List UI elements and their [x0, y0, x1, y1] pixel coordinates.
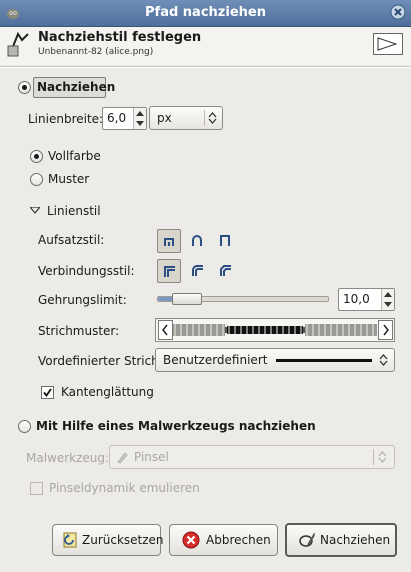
miter-limit-stepper[interactable]: [381, 289, 394, 310]
dash-preset-select[interactable]: Benutzerdefiniert: [155, 348, 395, 372]
reset-label: Zurücksetzen: [82, 533, 164, 547]
stroke-line-radio[interactable]: [18, 81, 31, 94]
dash-pattern-preview[interactable]: [173, 324, 377, 336]
dash-pattern-editor[interactable]: [155, 318, 395, 342]
close-icon[interactable]: [390, 4, 406, 20]
dash-pattern-label: Strichmuster:: [38, 324, 120, 338]
miter-limit-value: 10,0: [343, 292, 370, 306]
join-miter-icon: [164, 266, 175, 277]
cap-butt-icon: [164, 238, 174, 246]
cancel-button[interactable]: Abbrechen: [169, 524, 278, 556]
stroke-with-paint-tool-label[interactable]: Mit Hilfe eines Malwerkzeugs nachziehen: [36, 419, 316, 433]
cap-style-label: Aufsatzstil:: [38, 233, 105, 247]
updown-arrows-icon: [208, 112, 217, 124]
reset-icon: [63, 532, 77, 548]
join-bevel-icon: [220, 265, 231, 276]
reset-button[interactable]: Zurücksetzen: [52, 524, 164, 556]
path-stroke-icon: [7, 31, 29, 57]
dash-preset-label: Vordefinierter Strich:: [38, 354, 163, 368]
unit-value: px: [157, 111, 172, 125]
stepper-down-icon[interactable]: [384, 302, 392, 307]
cancel-label: Abbrechen: [206, 533, 271, 547]
header-separator: [0, 66, 411, 68]
arrow-right-icon: [383, 324, 389, 336]
paintbrush-icon: [117, 452, 128, 464]
stroke-line-label[interactable]: Nachziehen: [37, 80, 115, 94]
line-width-spinbox[interactable]: 6,0: [102, 107, 147, 130]
updown-arrows-icon: [379, 354, 388, 366]
unit-select[interactable]: px: [149, 106, 223, 130]
expander-down-icon[interactable]: [30, 207, 40, 214]
miter-limit-knob[interactable]: [172, 293, 202, 305]
line-width-value: 6,0: [107, 111, 127, 125]
stepper-up-icon[interactable]: [384, 292, 392, 297]
updown-arrows-icon: [378, 451, 387, 463]
cap-round-icon: [192, 235, 202, 246]
path-preview-icon: [377, 37, 398, 51]
cap-square-button[interactable]: [214, 229, 236, 251]
combo-divider: [373, 449, 374, 465]
join-bevel-button[interactable]: [214, 259, 236, 281]
dash-shift-left-button[interactable]: [158, 320, 173, 340]
stepper-up-icon[interactable]: [136, 111, 144, 116]
arrow-left-icon: [162, 324, 168, 336]
emulate-dynamics-label[interactable]: Pinseldynamik emulieren: [49, 481, 200, 495]
cap-square-icon: [220, 235, 230, 246]
pattern-radio[interactable]: [30, 173, 43, 186]
stroke-label: Nachziehen: [320, 533, 391, 547]
line-style-expander[interactable]: Linienstil: [47, 204, 101, 218]
line-width-stepper[interactable]: [133, 108, 146, 129]
solid-color-label[interactable]: Vollfarbe: [48, 149, 101, 163]
paint-tool-label: Malwerkzeug:: [26, 451, 110, 465]
solid-line-preview: [276, 359, 372, 362]
join-style-label: Verbindungsstil:: [38, 264, 135, 278]
dialog-header: Nachziehstil festlegen Unbenannt-82 (ali…: [0, 27, 411, 65]
stepper-down-icon[interactable]: [136, 121, 144, 126]
image-name: Unbenannt-82 (alice.png): [38, 47, 154, 57]
antialiasing-label[interactable]: Kantenglättung: [61, 385, 154, 399]
line-width-label: Linienbreite:: [28, 112, 104, 126]
cancel-icon: [182, 531, 200, 549]
pattern-label[interactable]: Muster: [48, 172, 89, 186]
antialiasing-checkbox[interactable]: [41, 386, 54, 399]
window-titlebar: Pfad nachziehen: [0, 0, 411, 27]
path-thumbnail: [373, 33, 403, 55]
join-miter-button[interactable]: [157, 259, 181, 283]
paint-tool-value: Pinsel: [134, 450, 169, 464]
paint-tool-select[interactable]: Pinsel: [109, 445, 395, 469]
cap-round-button[interactable]: [186, 229, 208, 251]
stroke-button[interactable]: Nachziehen: [285, 523, 397, 557]
combo-divider: [204, 110, 205, 126]
stroke-with-paint-tool-radio[interactable]: [18, 420, 31, 433]
miter-limit-label: Gehrungslimit:: [38, 293, 127, 307]
join-round-button[interactable]: [186, 259, 208, 281]
cap-butt-button[interactable]: [157, 229, 181, 253]
solid-color-radio[interactable]: [30, 150, 43, 163]
window-title: Pfad nachziehen: [145, 5, 266, 20]
dash-preset-value: Benutzerdefiniert: [163, 353, 268, 367]
checkmark-icon: [43, 388, 52, 397]
emulate-dynamics-checkbox[interactable]: [30, 482, 43, 495]
join-round-icon: [192, 265, 203, 276]
dash-shift-right-button[interactable]: [378, 320, 393, 340]
miter-limit-spinbox[interactable]: 10,0: [338, 288, 395, 311]
stroke-path-icon: [299, 533, 315, 547]
dialog-heading: Nachziehstil festlegen: [38, 30, 202, 45]
